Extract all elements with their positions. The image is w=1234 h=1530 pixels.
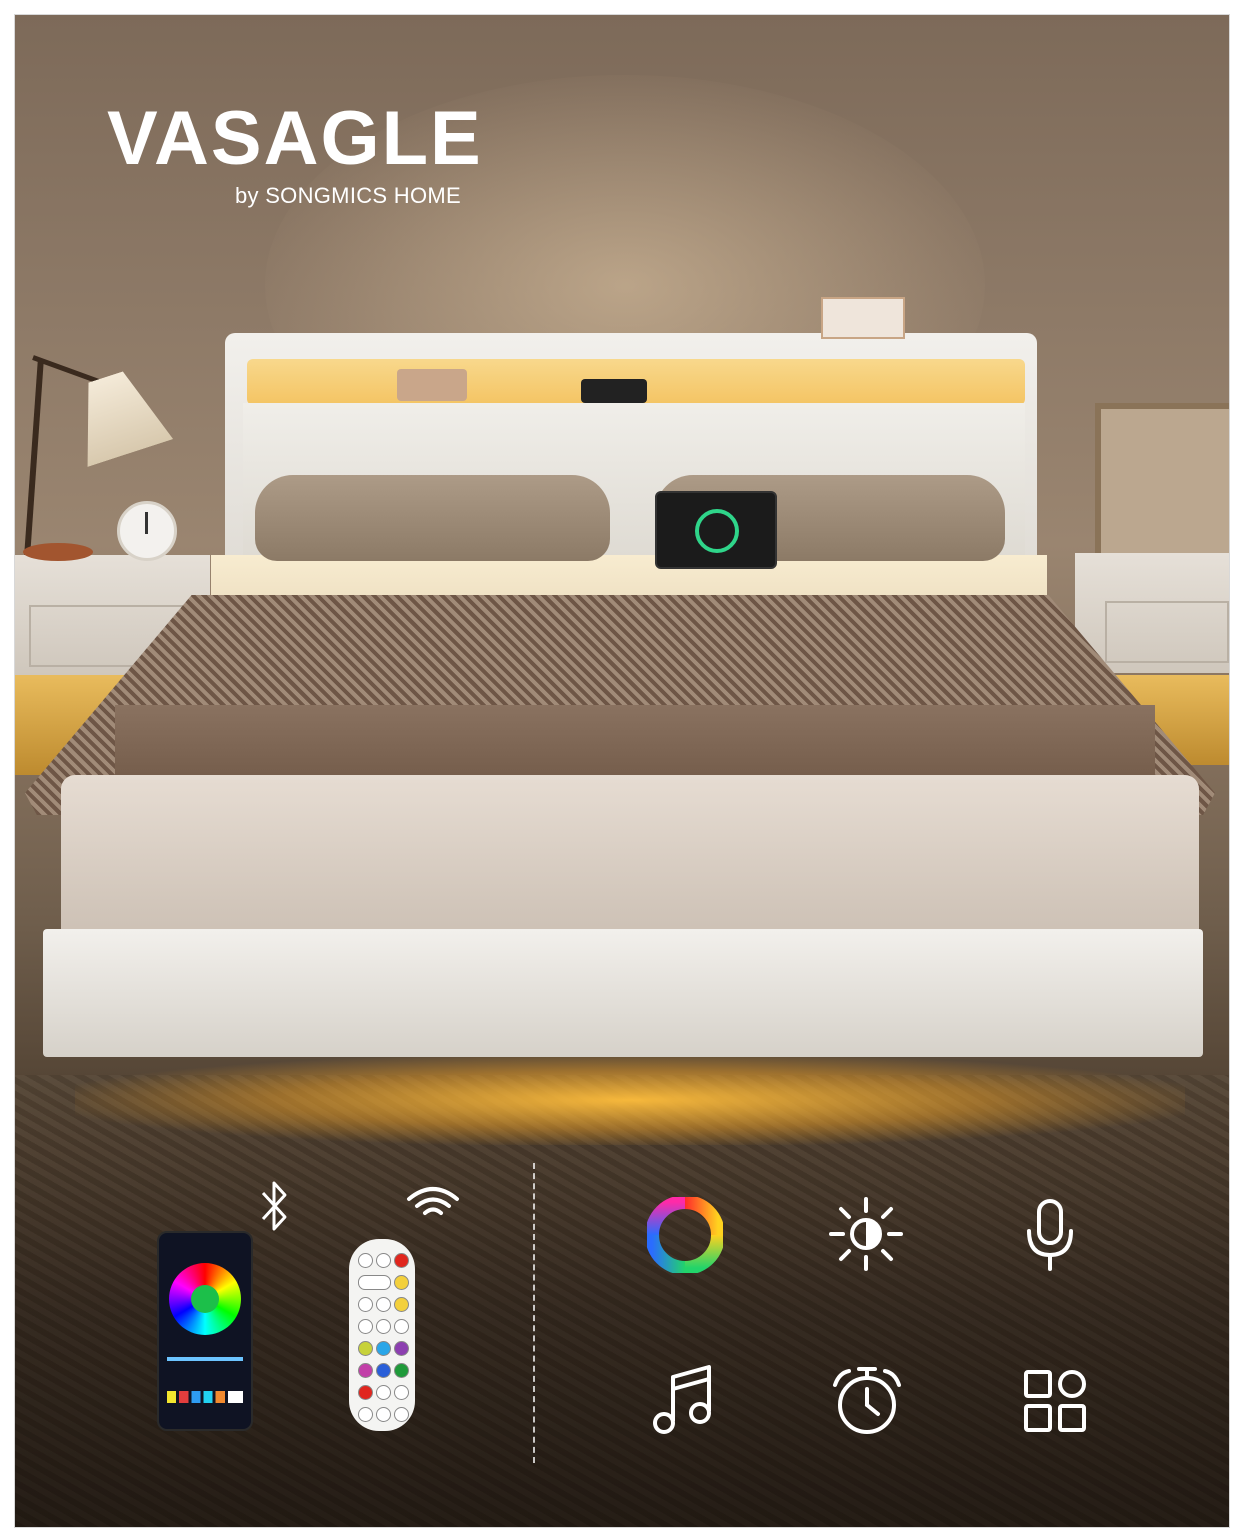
remote-button [376,1385,391,1400]
phone-app-screenshot [157,1231,253,1431]
remote-button [358,1275,391,1290]
app-slider [167,1357,243,1361]
duvet [61,775,1199,945]
brand-tagline: by SONGMICS HOME [234,183,461,208]
tissue-box [821,297,905,339]
bed-frame [43,929,1203,1057]
lamp-shade [63,363,173,467]
drawer [1105,601,1229,663]
remote-button [376,1407,391,1422]
wall-picture [1095,403,1229,565]
remote-button [358,1297,373,1312]
remote-button [358,1385,373,1400]
remote-button [358,1319,373,1334]
remote-button [358,1341,373,1356]
remote-button [358,1253,373,1268]
blanket-band [115,705,1155,785]
brightness-icon [829,1197,903,1271]
remote-button [394,1407,409,1422]
pillow-left [255,475,610,561]
alarm-clock [117,501,177,561]
tablet-charging [655,491,777,569]
app-color-presets [167,1391,243,1403]
remote-button [394,1297,409,1312]
wifi-icon [407,1187,459,1215]
bluetooth-icon [261,1181,287,1231]
app-color-wheel [169,1263,241,1335]
microphone-icon [1027,1199,1073,1271]
music-note-icon [653,1365,711,1434]
remote-button [394,1319,409,1334]
floor-lamp [24,360,44,555]
lamp-base [23,543,93,561]
remote-control [349,1239,415,1431]
remote-button [376,1341,391,1356]
timer-icon [833,1367,901,1434]
remote-button [394,1275,409,1290]
remote-button [376,1319,391,1334]
radio [397,369,467,401]
remote-button [376,1363,391,1378]
color-wheel-icon [647,1197,723,1273]
panel-divider [533,1163,535,1463]
remote-button [394,1341,409,1356]
remote-button [358,1363,373,1378]
remote-button [394,1363,409,1378]
remote-button [376,1253,391,1268]
under-bed-led-glow [75,1055,1185,1145]
brand-name: VASAGLE [107,96,483,181]
remote-button [394,1385,409,1400]
brand-logo: VASAGLE by SONGMICS HOME [107,99,487,209]
remote-button [394,1253,409,1268]
remote-button [358,1407,373,1422]
modes-grid-icon [1024,1370,1086,1432]
remote-button [376,1297,391,1312]
product-image: VASAGLE by SONGMICS HOME [14,14,1230,1528]
wireless-charger [581,379,647,403]
